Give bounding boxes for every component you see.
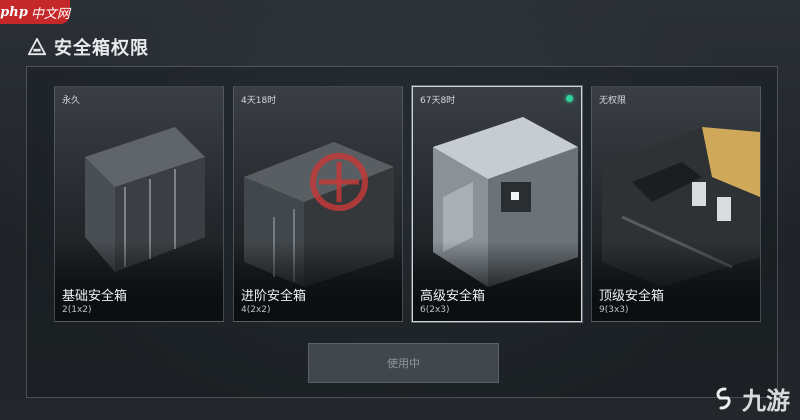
page-header: 安全箱权限: [28, 34, 149, 60]
card-duration: 无权限: [599, 96, 627, 106]
active-indicator-icon: [566, 95, 573, 102]
card-name: 高级安全箱: [420, 289, 486, 304]
card-capacity: 4(2x2): [241, 305, 271, 315]
safe-box-list: 永久 基础安全箱 2(1x2) 4天18时 进阶安全箱 4(2x2) 67天8时…: [54, 86, 761, 322]
card-name: 顶级安全箱: [599, 289, 665, 304]
card-capacity: 9(3x3): [599, 305, 629, 315]
safe-box-card-advanced[interactable]: 4天18时 进阶安全箱 4(2x2): [233, 86, 403, 322]
page-title: 安全箱权限: [54, 38, 149, 59]
watermark-text: 九游: [742, 386, 790, 415]
in-use-button[interactable]: 使用中: [308, 343, 499, 383]
card-duration: 永久: [62, 96, 81, 106]
warning-triangle-icon: [28, 38, 46, 56]
safe-box-card-top[interactable]: 无权限 顶级安全箱 9(3x3): [591, 86, 761, 322]
card-name: 进阶安全箱: [241, 289, 307, 304]
watermark-brand: php: [0, 4, 28, 20]
jiuyou-logo-icon: [716, 387, 731, 409]
card-capacity: 6(2x3): [420, 305, 450, 315]
watermark-logo: php 中文网: [0, 0, 70, 24]
card-duration: 4天18时: [241, 96, 277, 106]
watermark-site: 中文网: [30, 6, 70, 22]
watermark-jiuyou: 九游: [712, 381, 790, 416]
card-duration: 67天8时: [420, 96, 456, 106]
card-name: 基础安全箱: [62, 289, 128, 304]
safe-box-card-basic[interactable]: 永久 基础安全箱 2(1x2): [54, 86, 224, 322]
card-capacity: 2(1x2): [62, 305, 92, 315]
safe-box-card-premium[interactable]: 67天8时 高级安全箱 6(2x3): [412, 86, 582, 322]
